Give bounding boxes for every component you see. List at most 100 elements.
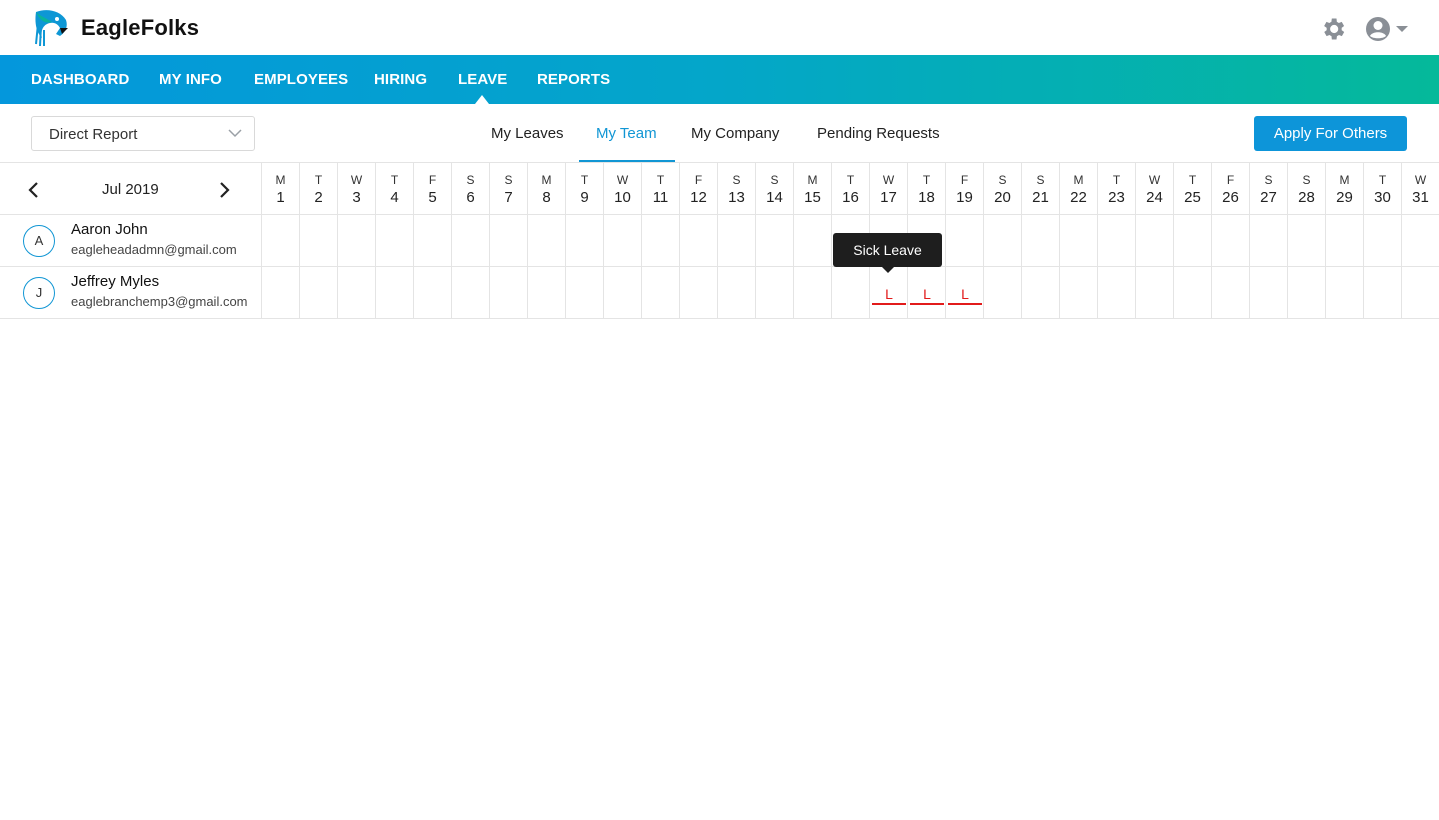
calendar-cell[interactable] bbox=[1136, 267, 1174, 319]
nav-my-info[interactable]: MY INFO bbox=[159, 71, 222, 88]
report-filter-dropdown[interactable]: Direct Report bbox=[31, 116, 255, 151]
calendar-cell[interactable] bbox=[1326, 215, 1364, 267]
active-nav-indicator bbox=[475, 95, 489, 104]
calendar-cell[interactable] bbox=[1364, 215, 1402, 267]
calendar-cell[interactable] bbox=[1212, 267, 1250, 319]
leave-marker[interactable]: L bbox=[910, 285, 944, 305]
calendar-cell[interactable] bbox=[984, 215, 1022, 267]
calendar-cell[interactable] bbox=[376, 267, 414, 319]
nav-employees[interactable]: EMPLOYEES bbox=[254, 71, 348, 88]
calendar-cell[interactable] bbox=[1174, 267, 1212, 319]
calendar-cell[interactable] bbox=[338, 215, 376, 267]
chevron-right-icon[interactable] bbox=[218, 181, 232, 199]
calendar-cell[interactable] bbox=[452, 215, 490, 267]
calendar-cell[interactable] bbox=[1174, 215, 1212, 267]
weekday-letter: T bbox=[846, 173, 855, 187]
calendar-cell[interactable] bbox=[1250, 215, 1288, 267]
calendar-cell[interactable] bbox=[756, 215, 794, 267]
calendar-cell[interactable] bbox=[1212, 215, 1250, 267]
tab-pending-requests[interactable]: Pending Requests bbox=[817, 125, 940, 142]
user-menu[interactable] bbox=[1365, 15, 1409, 43]
nav-reports[interactable]: REPORTS bbox=[537, 71, 610, 88]
employee-name: Aaron John bbox=[71, 221, 148, 238]
tab-my-team[interactable]: My Team bbox=[596, 125, 657, 142]
calendar-cell[interactable] bbox=[1022, 215, 1060, 267]
calendar-cell[interactable] bbox=[756, 267, 794, 319]
calendar-cell[interactable] bbox=[338, 267, 376, 319]
calendar-cell[interactable] bbox=[642, 267, 680, 319]
calendar-cell[interactable] bbox=[414, 267, 452, 319]
day-header-cell: W 31 bbox=[1402, 163, 1439, 215]
day-number: 15 bbox=[804, 189, 821, 206]
calendar-cell[interactable] bbox=[262, 215, 300, 267]
day-header-cell: S 28 bbox=[1288, 163, 1326, 215]
calendar-cell[interactable] bbox=[832, 267, 870, 319]
tab-my-company[interactable]: My Company bbox=[691, 125, 779, 142]
day-number: 27 bbox=[1260, 189, 1277, 206]
tab-my-leaves[interactable]: My Leaves bbox=[491, 125, 564, 142]
chevron-left-icon[interactable] bbox=[26, 181, 40, 199]
calendar-cell[interactable] bbox=[1402, 267, 1439, 319]
leave-tooltip: Sick Leave bbox=[833, 233, 942, 267]
gear-icon[interactable] bbox=[1319, 15, 1347, 43]
calendar-cell[interactable] bbox=[718, 267, 756, 319]
day-number: 29 bbox=[1336, 189, 1353, 206]
calendar-cell[interactable] bbox=[528, 215, 566, 267]
calendar-cell[interactable] bbox=[680, 215, 718, 267]
leave-marker[interactable]: L bbox=[872, 285, 906, 305]
calendar-cell[interactable] bbox=[414, 215, 452, 267]
nav-dashboard[interactable]: DASHBOARD bbox=[31, 71, 129, 88]
calendar-cell[interactable] bbox=[1288, 267, 1326, 319]
calendar-cell[interactable] bbox=[946, 215, 984, 267]
calendar-cell[interactable] bbox=[1326, 267, 1364, 319]
calendar-cell[interactable] bbox=[1136, 215, 1174, 267]
calendar-cell[interactable] bbox=[566, 215, 604, 267]
dropdown-selected-value: Direct Report bbox=[49, 126, 138, 143]
calendar-cell[interactable] bbox=[1402, 215, 1439, 267]
calendar-cell[interactable] bbox=[566, 267, 604, 319]
employee-info[interactable]: J Jeffrey Myles eaglebranchemp3@gmail.com bbox=[0, 267, 262, 318]
caret-down-icon bbox=[1396, 26, 1408, 32]
calendar-cell[interactable] bbox=[528, 267, 566, 319]
nav-leave[interactable]: LEAVE bbox=[458, 71, 507, 88]
calendar-cell[interactable] bbox=[1060, 215, 1098, 267]
calendar-cell[interactable] bbox=[794, 215, 832, 267]
table-row: J Jeffrey Myles eaglebranchemp3@gmail.com L… bbox=[0, 267, 1439, 319]
calendar-cell[interactable] bbox=[452, 267, 490, 319]
calendar-cell[interactable] bbox=[1288, 215, 1326, 267]
calendar-cell[interactable] bbox=[984, 267, 1022, 319]
calendar-cell[interactable] bbox=[490, 267, 528, 319]
calendar-cell[interactable] bbox=[1022, 267, 1060, 319]
calendar-cell[interactable] bbox=[1250, 267, 1288, 319]
calendar-cell[interactable] bbox=[718, 215, 756, 267]
calendar-cell[interactable] bbox=[680, 267, 718, 319]
day-number: 20 bbox=[994, 189, 1011, 206]
weekday-letter: F bbox=[1226, 173, 1235, 187]
calendar-cell[interactable] bbox=[300, 267, 338, 319]
nav-hiring[interactable]: HIRING bbox=[374, 71, 427, 88]
calendar-cell[interactable] bbox=[794, 267, 832, 319]
day-header-cell: F 19 bbox=[946, 163, 984, 215]
day-header-cell: M 15 bbox=[794, 163, 832, 215]
calendar-cell[interactable] bbox=[300, 215, 338, 267]
calendar-cell[interactable] bbox=[604, 267, 642, 319]
calendar-cell[interactable] bbox=[376, 215, 414, 267]
calendar-cell[interactable] bbox=[1364, 267, 1402, 319]
calendar-cell[interactable] bbox=[1098, 215, 1136, 267]
employee-info[interactable]: A Aaron John eagleheadadmn@gmail.com bbox=[0, 215, 262, 266]
day-header-cell: T 11 bbox=[642, 163, 680, 215]
day-number: 1 bbox=[276, 189, 285, 206]
day-number: 22 bbox=[1070, 189, 1087, 206]
apply-for-others-button[interactable]: Apply For Others bbox=[1254, 116, 1407, 151]
weekday-letter: S bbox=[770, 173, 779, 187]
calendar-cell[interactable] bbox=[1060, 267, 1098, 319]
eagle-logo-icon[interactable] bbox=[30, 6, 72, 48]
calendar-cell[interactable] bbox=[490, 215, 528, 267]
weekday-letter: S bbox=[732, 173, 741, 187]
calendar-cell[interactable] bbox=[642, 215, 680, 267]
calendar-cell[interactable] bbox=[1098, 267, 1136, 319]
calendar-cell[interactable] bbox=[262, 267, 300, 319]
calendar-cell[interactable] bbox=[604, 215, 642, 267]
leave-marker[interactable]: L bbox=[948, 285, 982, 305]
day-number: 23 bbox=[1108, 189, 1125, 206]
